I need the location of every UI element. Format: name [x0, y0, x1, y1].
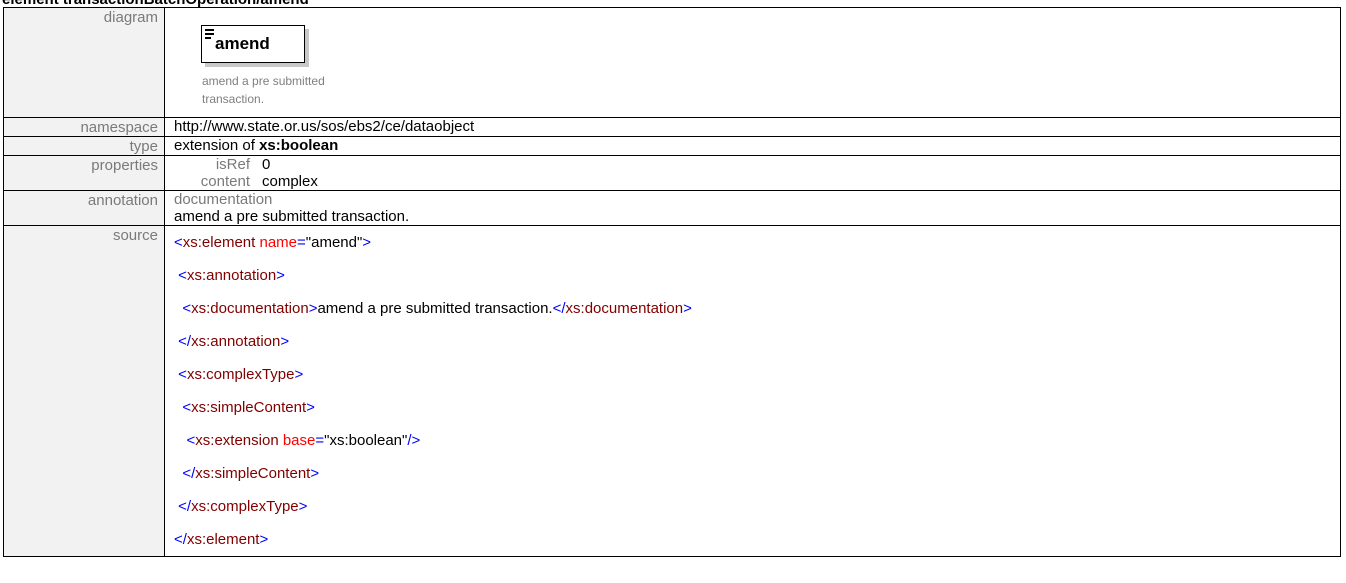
annotation-label: annotation [3, 190, 165, 226]
property-row: content complex [174, 173, 318, 190]
property-key: content [200, 173, 250, 190]
properties-label: properties [3, 155, 165, 191]
type-prefix: extension of [174, 137, 260, 154]
type-row: type extension of xs:boolean [3, 136, 1341, 156]
element-lines-icon [205, 29, 214, 41]
annotation-row: annotation documentation amend a pre sub… [3, 190, 1341, 226]
source-line: <xs:extension base="xs:boolean"/> [186, 432, 421, 449]
source-line: </xs:annotation> [178, 333, 290, 350]
source-row: source <xs:element name="amend"> <xs:ann… [3, 225, 1341, 557]
namespace-value: http://www.state.or.us/sos/ebs2/ce/datao… [164, 117, 1341, 137]
element-diagram-box[interactable]: amend [201, 25, 305, 63]
diagram-label: diagram [3, 7, 165, 118]
diagram-row: diagram amend amend a pre submitted tran… [3, 7, 1341, 118]
element-diagram-doc: amend a pre submitted transaction. [202, 74, 325, 106]
source-line: </xs:element> [174, 531, 269, 548]
source-line: </xs:simpleContent> [182, 465, 320, 482]
source-line: <xs:element name="amend"> [174, 234, 372, 251]
property-row: isRef 0 [174, 156, 318, 173]
source-line: <xs:complexType> [178, 366, 304, 383]
annotation-key: documentation [174, 191, 273, 208]
source-line: <xs:annotation> [178, 267, 285, 284]
element-diagram-name: amend [215, 34, 270, 53]
property-key: isRef [215, 156, 250, 173]
source-code: <xs:element name="amend"> <xs:annotation… [164, 225, 1341, 557]
diagram-cell: amend amend a pre submitted transaction. [164, 7, 1341, 118]
annotation-text: amend a pre submitted transaction. [174, 208, 410, 225]
type-base-link[interactable]: xs:boolean [259, 137, 338, 154]
annotation-value: documentation amend a pre submitted tran… [164, 190, 1341, 226]
property-value: 0 [262, 156, 271, 173]
namespace-row: namespace http://www.state.or.us/sos/ebs… [3, 117, 1341, 137]
source-line: <xs:documentation>amend a pre submitted … [182, 300, 692, 317]
type-value: extension of xs:boolean [164, 136, 1341, 156]
property-value: complex [262, 173, 318, 190]
properties-table: diagram amend amend a pre submitted tran… [3, 7, 1341, 557]
properties-value: isRef 0 content complex [164, 155, 1341, 191]
source-line: <xs:simpleContent> [182, 399, 315, 416]
namespace-label: namespace [3, 117, 165, 137]
source-line: </xs:complexType> [178, 498, 308, 515]
source-label: source [3, 225, 165, 557]
properties-kv: isRef 0 content complex [174, 156, 318, 190]
type-label: type [3, 136, 165, 156]
properties-row: properties isRef 0 content complex [3, 155, 1341, 191]
